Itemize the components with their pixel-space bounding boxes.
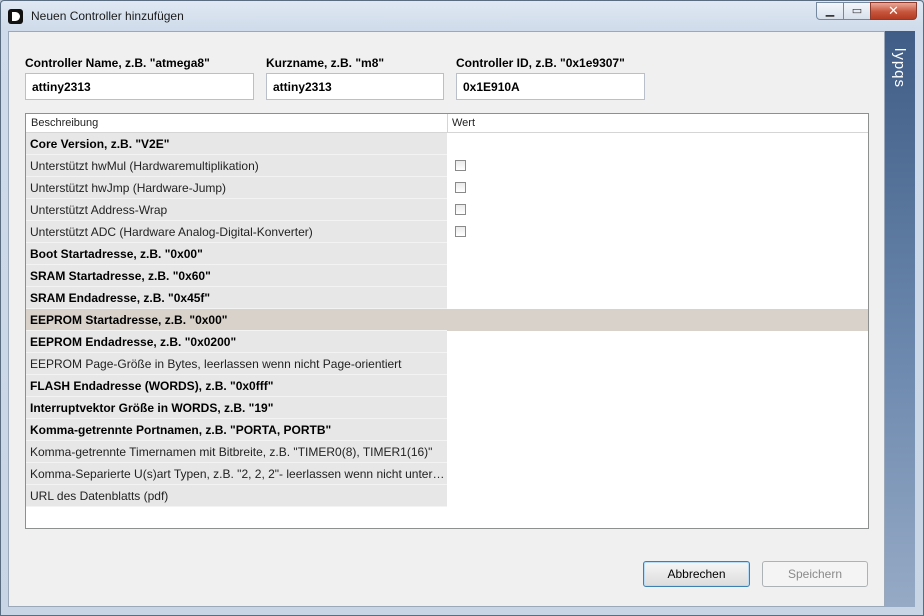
controller-id-field[interactable]: 0x1E910A [456,73,645,100]
row-value-cell[interactable] [447,155,868,177]
row-label: URL des Datenblatts (pdf) [26,485,447,507]
row-checkbox[interactable] [455,204,466,215]
row-value-cell[interactable] [447,177,868,199]
row-label: EEPROM Endadresse, z.B. "0x0200" [26,331,447,353]
controller-name-label: Controller Name, z.B. "atmega8" [25,56,210,70]
row-value-cell[interactable] [447,441,868,463]
row-label: Komma-Separierte U(s)art Typen, z.B. "2,… [26,463,447,485]
short-name-label: Kurzname, z.B. "m8" [266,56,385,70]
table-row[interactable]: EEPROM Page-Größe in Bytes, leerlassen w… [26,353,868,375]
row-checkbox[interactable] [455,226,466,237]
table-row[interactable]: Unterstützt ADC (Hardware Analog-Digital… [26,221,868,243]
grid-header: Beschreibung Wert [26,114,868,133]
row-label: Boot Startadresse, z.B. "0x00" [26,243,447,265]
table-row[interactable]: URL des Datenblatts (pdf) [26,485,868,507]
row-value-cell[interactable] [447,485,868,507]
row-label: Core Version, z.B. "V2E" [26,133,447,155]
maximize-button[interactable]: ▭ [843,2,871,20]
row-value-cell[interactable] [447,243,868,265]
row-label: Unterstützt hwJmp (Hardware-Jump) [26,177,447,199]
table-row[interactable]: SRAM Startadresse, z.B. "0x60" [26,265,868,287]
row-value-cell[interactable] [447,287,868,309]
table-row[interactable]: Unterstützt hwJmp (Hardware-Jump) [26,177,868,199]
save-button[interactable]: Speichern [762,561,868,587]
close-button[interactable]: ✕ [870,2,917,20]
controller-name-field[interactable]: attiny2313 [25,73,254,100]
table-row[interactable]: EEPROM Endadresse, z.B. "0x0200" [26,331,868,353]
row-value-cell[interactable] [447,199,868,221]
row-label: SRAM Startadresse, z.B. "0x60" [26,265,447,287]
table-row[interactable]: Boot Startadresse, z.B. "0x00" [26,243,868,265]
row-label: Komma-getrennte Portnamen, z.B. "PORTA, … [26,419,447,441]
row-label: Unterstützt hwMul (Hardwaremultiplikatio… [26,155,447,177]
table-row[interactable]: Core Version, z.B. "V2E" [26,133,868,155]
row-label: Unterstützt Address-Wrap [26,199,447,221]
row-label: Interruptvektor Größe in WORDS, z.B. "19… [26,397,447,419]
column-divider[interactable] [447,114,448,132]
controller-id-label: Controller ID, z.B. "0x1e9307" [456,56,625,70]
table-row[interactable]: Unterstützt Address-Wrap [26,199,868,221]
minimize-button[interactable]: ▁ [816,2,844,20]
table-row[interactable]: Unterstützt hwMul (Hardwaremultiplikatio… [26,155,868,177]
row-value-cell[interactable] [447,419,868,441]
app-icon [8,9,23,24]
row-value-cell[interactable] [447,221,868,243]
row-value-cell[interactable] [447,331,868,353]
column-header-value[interactable]: Wert [452,117,475,129]
row-value-cell[interactable] [447,133,868,155]
table-row[interactable]: SRAM Endadresse, z.B. "0x45f" [26,287,868,309]
row-label: SRAM Endadresse, z.B. "0x45f" [26,287,447,309]
row-value-cell[interactable] [447,265,868,287]
cancel-button[interactable]: Abbrechen [643,561,750,587]
row-value-cell[interactable] [447,375,868,397]
table-row[interactable]: EEPROM Startadresse, z.B. "0x00" [26,309,868,331]
column-header-description[interactable]: Beschreibung [31,117,98,129]
side-banner-label: lypqs [891,48,908,89]
row-label: Komma-getrennte Timernamen mit Bitbreite… [26,441,447,463]
grid-rows: Core Version, z.B. "V2E" Unterstützt hwMu… [26,133,868,507]
row-label: EEPROM Page-Größe in Bytes, leerlassen w… [26,353,447,375]
property-grid[interactable]: Beschreibung Wert Core Version, z.B. "V2… [25,113,869,529]
table-row[interactable]: Komma-Separierte U(s)art Typen, z.B. "2,… [26,463,868,485]
row-value-cell[interactable] [447,309,868,331]
row-value-cell[interactable] [447,463,868,485]
row-checkbox[interactable] [455,182,466,193]
row-label: FLASH Endadresse (WORDS), z.B. "0x0fff" [26,375,447,397]
row-value-cell[interactable] [447,353,868,375]
short-name-field[interactable]: attiny2313 [266,73,444,100]
row-checkbox[interactable] [455,160,466,171]
table-row[interactable]: FLASH Endadresse (WORDS), z.B. "0x0fff" [26,375,868,397]
table-row[interactable]: Interruptvektor Größe in WORDS, z.B. "19… [26,397,868,419]
row-value-cell[interactable] [447,397,868,419]
title-bar[interactable]: Neuen Controller hinzufügen ▁ ▭ ✕ [1,1,923,33]
side-banner [885,31,915,607]
row-label: EEPROM Startadresse, z.B. "0x00" [26,309,447,331]
window-title: Neuen Controller hinzufügen [31,9,184,23]
table-row[interactable]: Komma-getrennte Portnamen, z.B. "PORTA, … [26,419,868,441]
row-label: Unterstützt ADC (Hardware Analog-Digital… [26,221,447,243]
table-row[interactable]: Komma-getrennte Timernamen mit Bitbreite… [26,441,868,463]
